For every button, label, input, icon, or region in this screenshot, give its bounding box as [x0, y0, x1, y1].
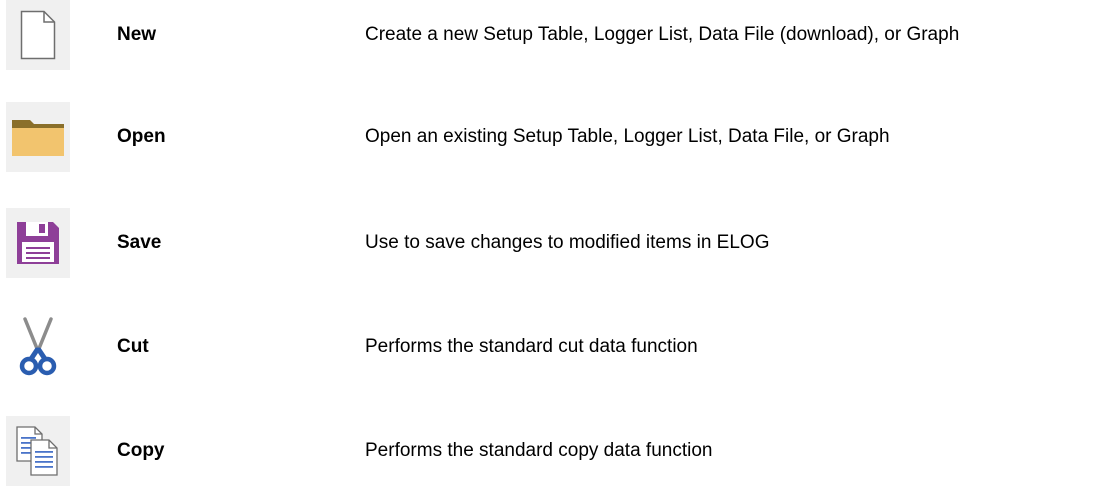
command-description: Open an existing Setup Table, Logger Lis… — [365, 126, 890, 147]
open-folder-icon[interactable] — [6, 102, 70, 172]
command-row-save: Save Use to save changes to modified ite… — [0, 208, 1112, 278]
command-name: Cut — [117, 336, 149, 357]
copy-pages-icon[interactable] — [6, 416, 70, 486]
command-name: Open — [117, 126, 166, 147]
command-row-new: New Create a new Setup Table, Logger Lis… — [0, 0, 1112, 70]
command-row-open: Open Open an existing Setup Table, Logge… — [0, 102, 1112, 172]
command-description: Create a new Setup Table, Logger List, D… — [365, 24, 960, 45]
command-name: New — [117, 24, 157, 45]
command-name: Copy — [117, 440, 165, 461]
command-description: Use to save changes to modified items in… — [365, 232, 770, 253]
command-row-cut: Cut Performs the standard cut data funct… — [0, 312, 1112, 382]
new-document-icon[interactable] — [6, 0, 70, 70]
command-row-copy: Copy Performs the standard copy data fun… — [0, 416, 1112, 486]
command-description: Performs the standard cut data function — [365, 336, 698, 357]
save-floppy-icon[interactable] — [6, 208, 70, 278]
scissors-icon[interactable] — [6, 312, 70, 382]
command-name: Save — [117, 232, 162, 253]
command-description: Performs the standard copy data function — [365, 440, 713, 461]
